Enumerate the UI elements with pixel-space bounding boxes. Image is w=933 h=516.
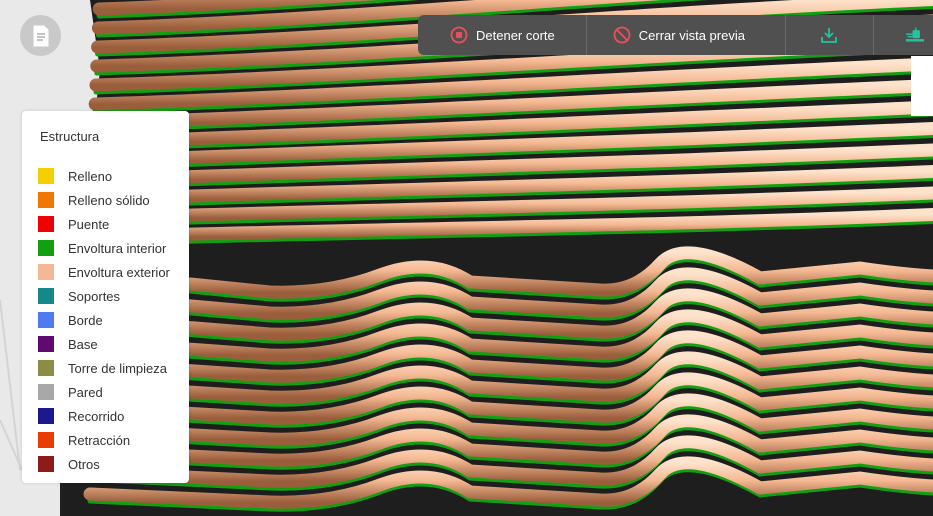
legend-swatch — [38, 456, 54, 472]
close-preview-label: Cerrar vista previa — [638, 27, 745, 43]
prohibited-icon — [613, 26, 631, 44]
legend-swatch — [38, 168, 54, 184]
export-gcode-button[interactable] — [786, 15, 873, 55]
legend-item-puente: Puente — [38, 212, 170, 236]
legend-item-pared: Pared — [38, 380, 170, 404]
legend-label: Pared — [68, 384, 103, 400]
send-to-printer-button[interactable] — [874, 15, 924, 55]
legend-item-otros: Otros — [38, 452, 170, 476]
printer-send-icon — [905, 26, 924, 44]
legend-label: Envoltura interior — [68, 240, 167, 256]
stop-slice-label: Detener corte — [476, 27, 555, 43]
stop-icon — [450, 26, 468, 44]
legend-item-borde: Borde — [38, 308, 170, 332]
legend-swatch — [38, 432, 54, 448]
legend-label: Relleno sólido — [68, 192, 150, 208]
legend-swatch — [38, 384, 54, 400]
legend-item-retraccion: Retracción — [38, 428, 170, 452]
legend-item-soportes: Soportes — [38, 284, 170, 308]
legend-label: Soportes — [68, 288, 121, 304]
legend-swatch — [38, 408, 54, 424]
document-icon — [33, 25, 48, 46]
legend-label: Torre de limpieza — [68, 360, 167, 376]
legend-item-envoltura-exterior: Envoltura exterior — [38, 260, 170, 284]
legend-item-recorrido: Recorrido — [38, 404, 170, 428]
legend-label: Borde — [68, 312, 103, 328]
legend-item-base: Base — [38, 332, 170, 356]
legend-item-relleno: Relleno — [38, 164, 170, 188]
legend-label: Envoltura exterior — [68, 264, 170, 280]
legend-label: Recorrido — [68, 408, 125, 424]
legend-label: Retracción — [68, 432, 131, 448]
legend-label: Otros — [68, 456, 100, 472]
download-icon — [820, 26, 838, 44]
legend-item-torre-de-limpieza: Torre de limpieza — [38, 356, 170, 380]
legend-item-relleno-solido: Relleno sólido — [38, 188, 170, 212]
close-preview-button[interactable]: Cerrar vista previa — [587, 15, 785, 55]
structure-legend: Estructura Relleno Relleno sólido Puente… — [22, 111, 189, 483]
legend-title: Estructura — [40, 129, 100, 144]
legend-item-envoltura-interior: Envoltura interior — [38, 236, 170, 260]
legend-swatch — [38, 312, 54, 328]
legend-swatch — [38, 240, 54, 256]
stop-slice-button[interactable]: Detener corte — [418, 15, 586, 55]
legend-list: Relleno Relleno sólido Puente Envoltura … — [38, 164, 170, 476]
preview-toolbar: Detener corte Cerrar vista previa — [418, 15, 933, 55]
document-button[interactable] — [20, 15, 61, 56]
legend-swatch — [38, 360, 54, 376]
legend-swatch — [38, 216, 54, 232]
legend-label: Base — [68, 336, 98, 352]
legend-swatch — [38, 336, 54, 352]
legend-label: Relleno — [68, 168, 113, 184]
side-panel-tab[interactable] — [911, 56, 933, 116]
legend-swatch — [38, 192, 54, 208]
legend-swatch — [38, 264, 54, 280]
legend-label: Puente — [68, 216, 110, 232]
legend-swatch — [38, 288, 54, 304]
